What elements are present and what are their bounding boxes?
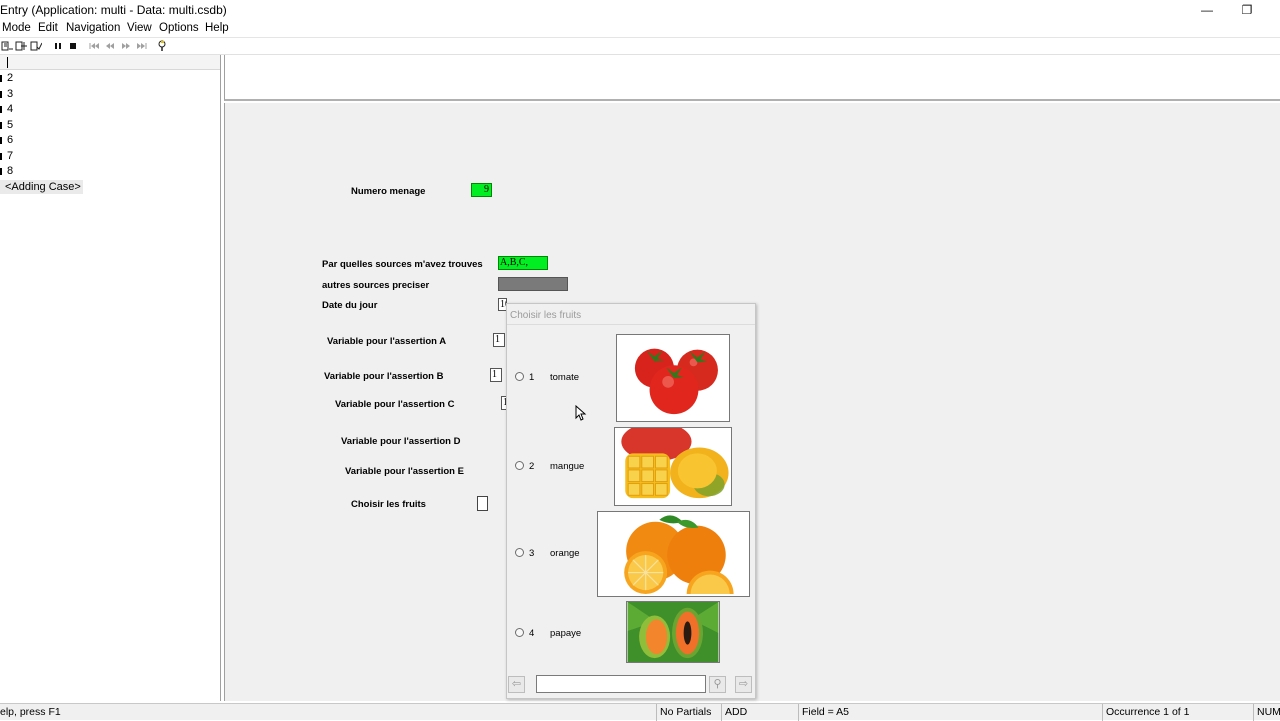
dialog-title: Choisir les fruits [510, 310, 582, 321]
mango-image[interactable] [614, 427, 732, 506]
field-assertion-a[interactable]: 1 [493, 333, 505, 347]
option-label-tomate[interactable]: tomate [550, 372, 579, 383]
orange-image[interactable] [597, 511, 750, 597]
papaya-image[interactable] [626, 601, 720, 663]
option-code: 3 [529, 548, 535, 559]
menu-options[interactable]: Options [159, 22, 199, 34]
status-numlock: NUM [1253, 704, 1280, 721]
mango-image-drawing [621, 428, 729, 499]
status-help-text: elp, press F1 [0, 706, 61, 718]
label-assertion-e: Variable pour l'assertion E [345, 466, 464, 477]
radio-papaye[interactable] [515, 628, 524, 637]
pause-icon[interactable] [52, 40, 64, 52]
label-choisir-fruits: Choisir les fruits [351, 499, 426, 510]
window-title: Entry (Application: multi - Data: multi.… [0, 3, 227, 17]
status-bar: elp, press F1 No Partials ADD Field = A5… [0, 703, 1280, 721]
forward-arrow-icon[interactable]: ⇨ [735, 676, 752, 693]
form-header-strip [224, 55, 1280, 101]
option-label-papaye[interactable]: papaye [550, 628, 581, 639]
case-tree-header [0, 55, 220, 70]
menu-bar: Mode Edit Navigation View Options Help [0, 20, 1280, 38]
status-occurrence: Occurrence 1 of 1 [1102, 704, 1253, 721]
search-icon[interactable]: ⚲ [709, 676, 726, 693]
back-arrow-icon[interactable]: ⇦ [508, 676, 525, 693]
field-sources[interactable]: A,B,C, [498, 256, 548, 270]
menu-navigation[interactable]: Navigation [66, 22, 120, 34]
next-case-icon[interactable] [120, 40, 132, 52]
field-numero-menage[interactable]: 9 [471, 183, 492, 197]
restore-button[interactable]: ❐ [1227, 0, 1267, 20]
case-tree-panel: 2 3 4 5 6 7 8 <Adding Case> [0, 55, 221, 701]
minimize-button[interactable]: — [1187, 0, 1227, 20]
label-autres-sources: autres sources preciser [322, 280, 430, 291]
label-sources: Par quelles sources m'avez trouves [322, 259, 483, 270]
menu-edit[interactable]: Edit [38, 22, 58, 34]
menu-mode[interactable]: Mode [2, 22, 31, 34]
toolbar [0, 38, 1280, 55]
field-assertion-b[interactable]: 1 [490, 368, 502, 382]
option-label-mangue[interactable]: mangue [550, 461, 584, 472]
option-code: 4 [529, 628, 535, 639]
status-partials: No Partials [656, 704, 721, 721]
papaya-image-drawing [627, 602, 719, 662]
radio-tomate[interactable] [515, 372, 524, 381]
menu-view[interactable]: View [127, 22, 152, 34]
dialog-title-divider [507, 324, 755, 325]
label-assertion-c: Variable pour l'assertion C [335, 399, 455, 410]
search-input[interactable] [536, 675, 706, 693]
tomato-image[interactable] [616, 334, 730, 422]
last-case-icon[interactable] [136, 40, 148, 52]
label-assertion-d: Variable pour l'assertion D [341, 436, 461, 447]
insert-case-icon[interactable] [15, 40, 27, 52]
add-case-icon[interactable] [1, 40, 13, 52]
status-mode: ADD [721, 704, 798, 721]
previous-case-icon[interactable] [104, 40, 116, 52]
option-label-orange[interactable]: orange [550, 548, 580, 559]
radio-mangue[interactable] [515, 461, 524, 470]
label-date-du-jour: Date du jour [322, 300, 378, 311]
label-numero-menage: Numero menage [351, 186, 426, 197]
adding-case-item[interactable]: <Adding Case> [0, 180, 83, 194]
modify-case-icon[interactable] [30, 40, 43, 52]
help-icon[interactable] [156, 40, 168, 52]
orange-image-drawing [624, 515, 734, 595]
choisir-fruits-dialog: Choisir les fruits 1 tomate 2 mangue 3 o… [506, 303, 756, 699]
menu-help[interactable]: Help [205, 22, 229, 34]
field-autres-sources[interactable] [498, 277, 568, 291]
option-code: 2 [529, 461, 535, 472]
status-field: Field = A5 [798, 704, 1102, 721]
tomato-image-drawing [634, 348, 718, 415]
radio-orange[interactable] [515, 548, 524, 557]
title-bar: Entry (Application: multi - Data: multi.… [0, 0, 1280, 20]
option-code: 1 [529, 372, 535, 383]
field-choisir-fruits[interactable] [477, 496, 488, 511]
label-assertion-b: Variable pour l'assertion B [324, 371, 444, 382]
label-assertion-a: Variable pour l'assertion A [327, 336, 447, 347]
stop-icon[interactable] [67, 40, 79, 52]
first-case-icon[interactable] [88, 40, 100, 52]
mouse-cursor-icon [575, 404, 587, 421]
